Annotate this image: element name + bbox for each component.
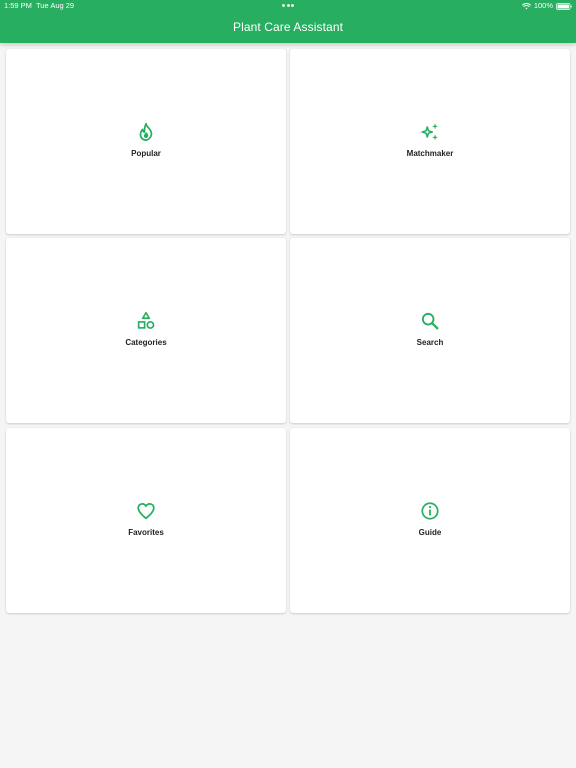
card-label: Popular (131, 149, 161, 158)
card-label: Matchmaker (406, 149, 454, 158)
app-screen: 1:59 PM Tue Aug 29 100% Plant Care Assis… (0, 0, 576, 768)
multitasking-dots[interactable] (282, 4, 294, 7)
card-content: Categories (6, 310, 286, 348)
card-label: Guide (418, 528, 442, 537)
info-icon (419, 500, 441, 522)
status-right: 100% (521, 0, 572, 12)
favorites-card[interactable]: Favorites (6, 428, 286, 613)
shapes-icon (135, 310, 157, 332)
status-date: Tue Aug 29 (36, 1, 75, 10)
guide-card[interactable]: Guide (290, 428, 570, 613)
sparkles-icon (419, 121, 441, 143)
flame-icon (135, 121, 157, 143)
card-label: Categories (125, 338, 167, 347)
matchmaker-card[interactable]: Matchmaker (290, 49, 570, 234)
dot (282, 4, 285, 7)
card-content: Popular (6, 121, 286, 159)
popular-card[interactable]: Popular (6, 49, 286, 234)
app-bar: 1:59 PM Tue Aug 29 100% Plant Care Assis… (0, 0, 576, 43)
wifi-icon (521, 2, 531, 10)
card-content: Matchmaker (290, 121, 570, 159)
status-bar: 1:59 PM Tue Aug 29 100% (0, 0, 576, 12)
search-icon (419, 310, 441, 332)
card-content: Guide (290, 500, 570, 538)
battery-percent: 100% (533, 1, 553, 10)
card-content: Favorites (6, 500, 286, 538)
heart-icon (135, 500, 157, 522)
card-label: Favorites (128, 528, 164, 537)
search-card[interactable]: Search (290, 238, 570, 423)
card-content: Search (290, 310, 570, 348)
dot (286, 4, 290, 7)
dot (291, 4, 294, 7)
battery-icon (556, 2, 572, 10)
status-time: 1:59 PM (4, 1, 32, 10)
app-title: Plant Care Assistant (232, 20, 344, 34)
categories-card[interactable]: Categories (6, 238, 286, 423)
card-label: Search (416, 338, 444, 347)
